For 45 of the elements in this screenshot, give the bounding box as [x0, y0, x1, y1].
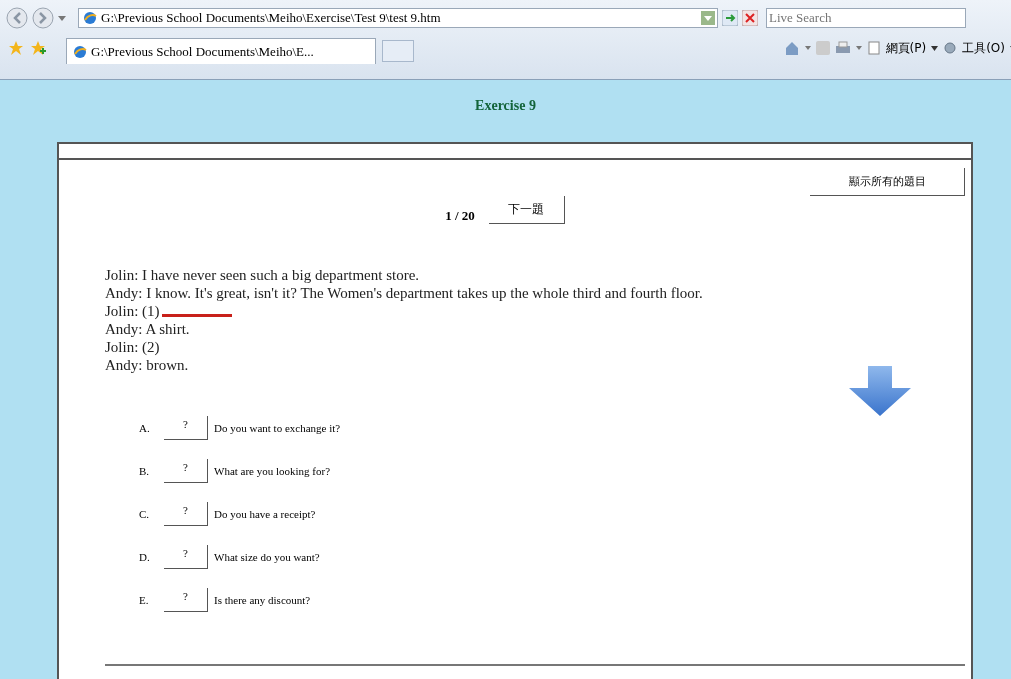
- page-icon[interactable]: [866, 41, 881, 55]
- dialog-line: Andy: brown.: [105, 356, 189, 374]
- new-tab-button[interactable]: [382, 40, 414, 62]
- answer-button[interactable]: ?: [164, 415, 208, 440]
- caret-icon[interactable]: [931, 45, 939, 51]
- page-icon: [83, 11, 97, 25]
- star-icon[interactable]: [8, 40, 24, 56]
- menu-item[interactable]: 工具(O): [962, 39, 1005, 57]
- dropdown-icon[interactable]: [701, 11, 715, 25]
- menu-item[interactable]: 網頁(P): [885, 39, 927, 57]
- option-text: Do you have a receipt?: [214, 507, 316, 520]
- address-field[interactable]: G:\Previous School Documents\Meiho\Exercise\Test 9\test 9.htm: [78, 8, 718, 28]
- option-letter: D.: [139, 550, 151, 563]
- dialog-line: Jolin: (2): [105, 338, 160, 356]
- dialog-line: Jolin: I have never seen such a big department store.: [105, 266, 420, 284]
- question-counter: 1 / 20: [445, 208, 475, 224]
- next-button[interactable]: 下一題: [488, 196, 565, 224]
- option-text: Do you want to exchange it?: [214, 421, 341, 434]
- answer-button[interactable]: ?: [164, 587, 208, 612]
- answer-button[interactable]: ?: [164, 544, 208, 569]
- show-all-button[interactable]: 顯示所有的題目: [810, 168, 965, 196]
- search-field[interactable]: Live Search: [766, 8, 966, 28]
- option-letter: A.: [139, 421, 151, 434]
- dialog-line: Andy: A shirt.: [105, 320, 190, 338]
- star-plus-icon[interactable]: [30, 40, 46, 56]
- down-arrow-icon: [849, 366, 911, 416]
- printer-icon[interactable]: [834, 40, 851, 56]
- answer-button[interactable]: ?: [164, 501, 208, 526]
- close-icon[interactable]: [742, 10, 758, 26]
- page-icon: [73, 44, 87, 59]
- option-letter: C.: [139, 507, 151, 520]
- option-letter: E.: [139, 593, 150, 606]
- browser-tab[interactable]: G:\Previous School Documents\Meiho\E...: [66, 38, 376, 64]
- refresh-icon[interactable]: [722, 10, 738, 26]
- dialog-line: Jolin: (1): [105, 302, 160, 320]
- option-text: What size do you want?: [214, 550, 320, 563]
- option-letter: B.: [139, 464, 151, 477]
- dialog-line: Andy: I know. It's great, isn't it? The Women's department takes up the whole third and fourth floor.: [105, 284, 703, 302]
- option-text: Is there any discount?: [214, 593, 311, 606]
- answer-button[interactable]: ?: [164, 458, 208, 483]
- option-text: What are you looking for?: [214, 464, 331, 477]
- forward-icon[interactable]: [32, 7, 54, 29]
- page-title: Exercise 9: [474, 98, 537, 115]
- back-icon[interactable]: [6, 7, 28, 29]
- home-icon[interactable]: [783, 40, 800, 56]
